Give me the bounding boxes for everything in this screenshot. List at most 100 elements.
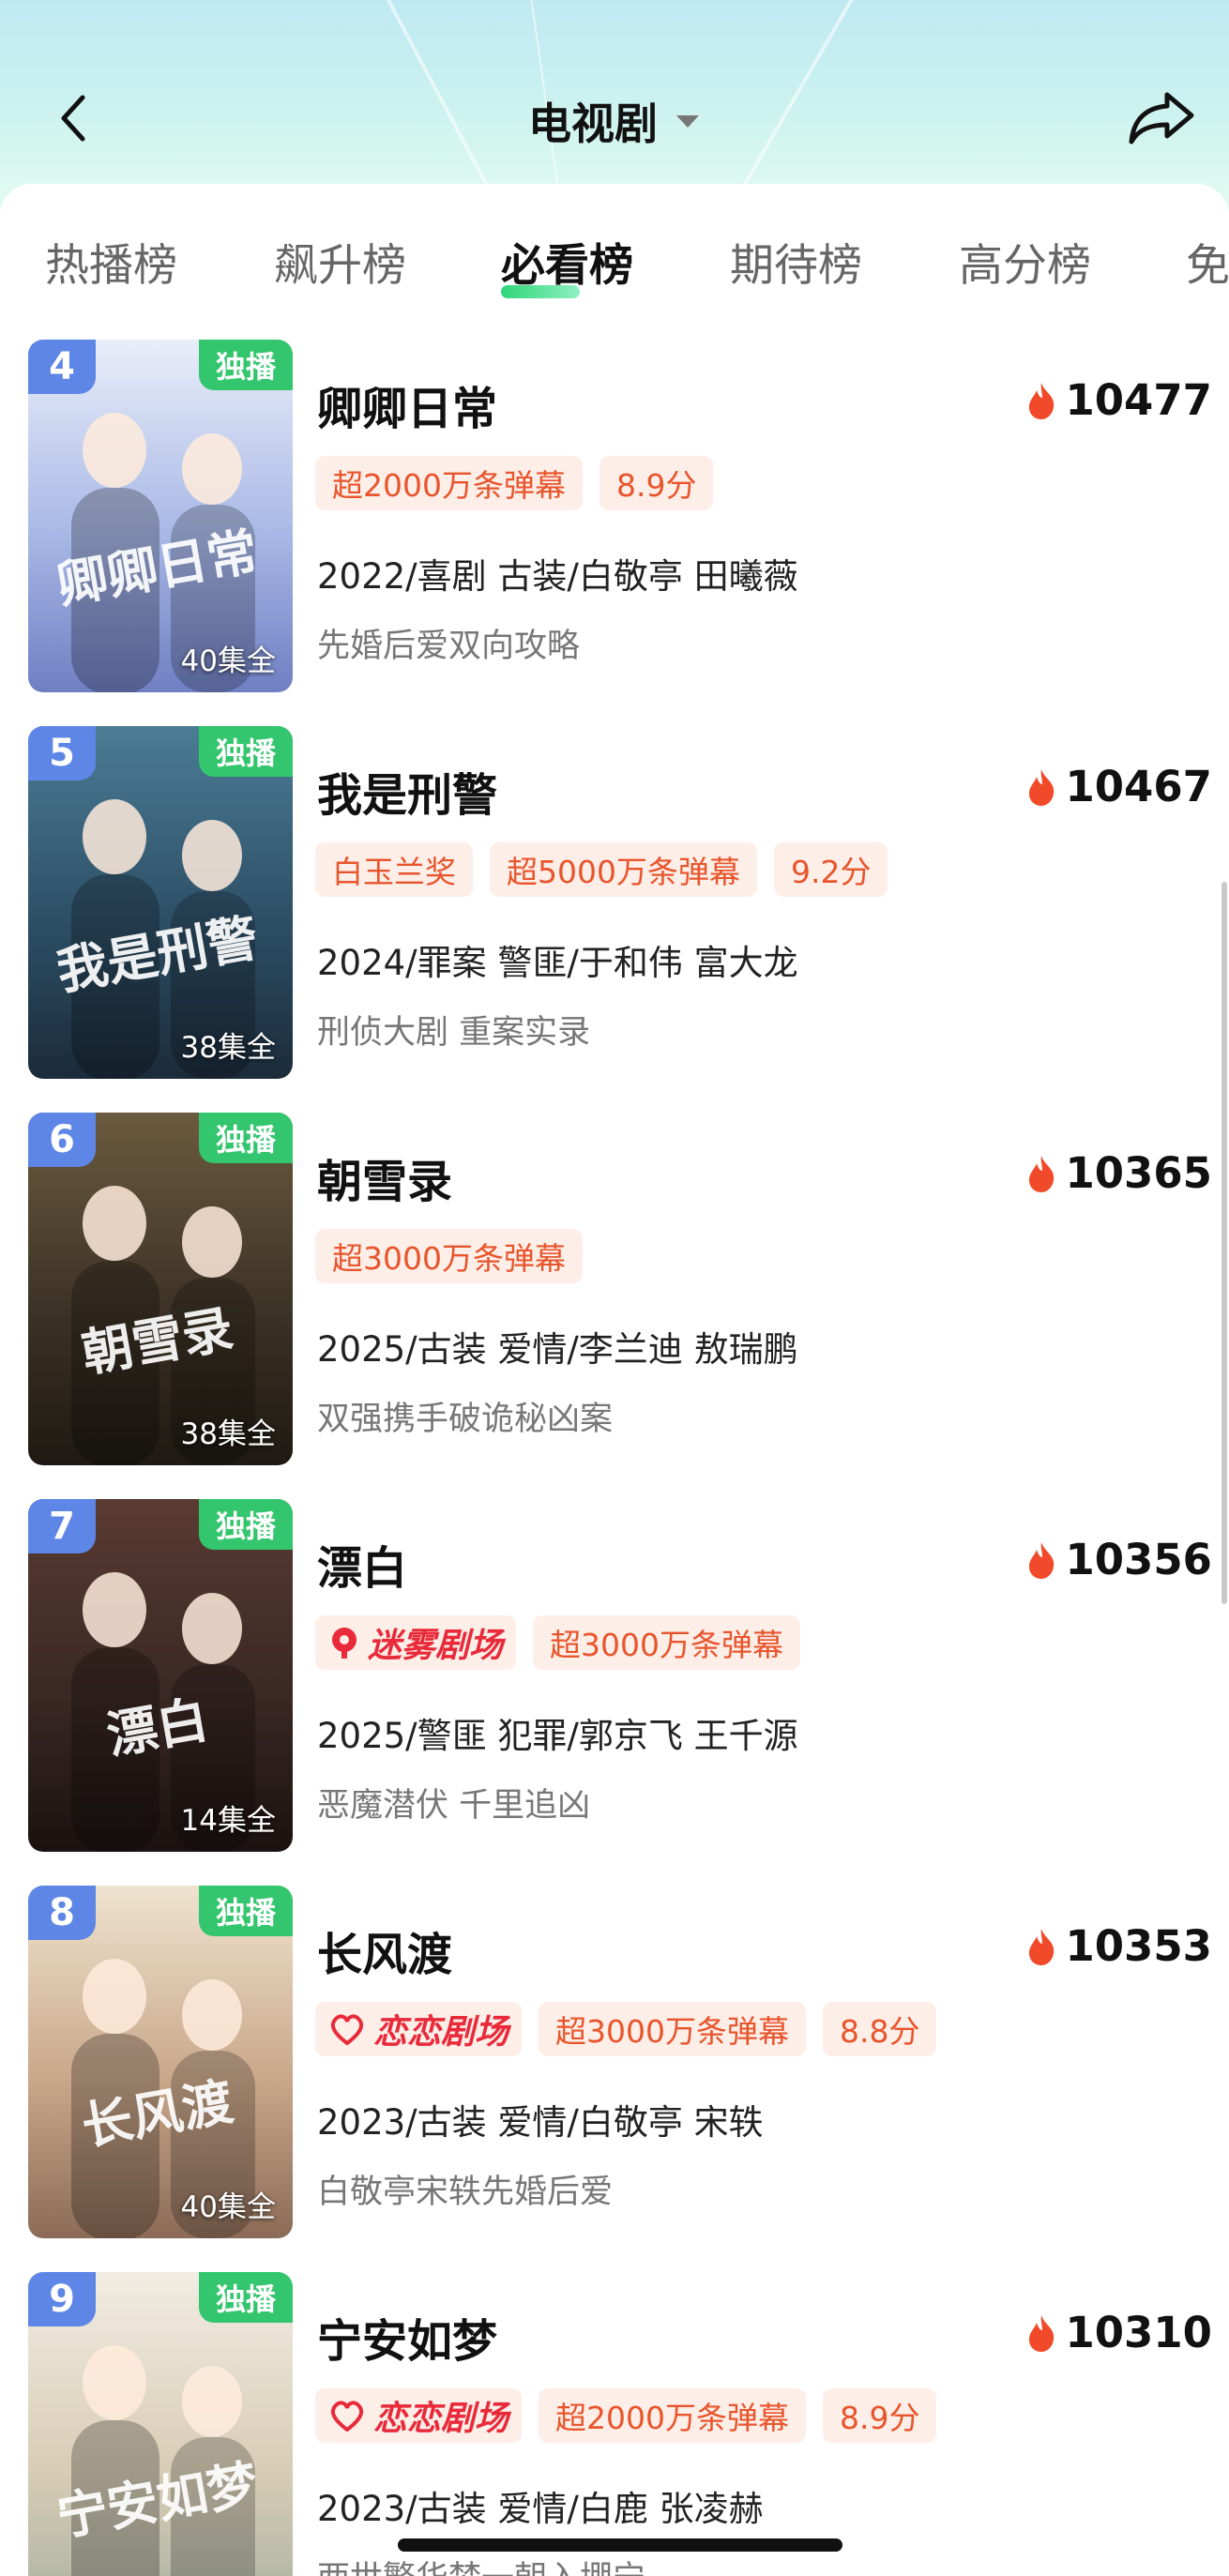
tab-label: 热播榜 xyxy=(45,240,177,292)
ranking-tabs: 热播榜 飙升榜 必看榜 期待榜 高分榜 免 xyxy=(0,184,1229,315)
drama-meta: 2025/警匪 犯罪/郭京飞 王千源 xyxy=(317,1716,798,1756)
drama-title[interactable]: 我是刑警 xyxy=(317,758,497,824)
category-selector[interactable]: 电视剧 xyxy=(0,92,1229,150)
rank-badge: 6 xyxy=(28,1113,96,1167)
drama-title[interactable]: 卿卿日常 xyxy=(317,371,497,437)
drama-list-item[interactable]: 长风渡 8 独播 40集全 长风渡 10353 恋恋剧场 超3000万条弹幕 8.8… xyxy=(0,1886,1229,2261)
exclusive-badge: 独播 xyxy=(199,2272,293,2323)
page-title: 电视剧 xyxy=(528,98,658,149)
tab-label: 高分榜 xyxy=(959,240,1091,292)
heat-value: 10365 xyxy=(1065,1148,1212,1198)
ranking-content: 热播榜 飙升榜 必看榜 期待榜 高分榜 免 卿卿日常 4 独播 40集全 卿卿日… xyxy=(0,184,1229,2576)
share-button[interactable] xyxy=(1122,86,1201,150)
tab-hot[interactable]: 热播榜 xyxy=(45,229,177,292)
rank-badge: 7 xyxy=(28,1499,96,1553)
drama-description: 双强携手破诡秘凶案 xyxy=(317,1401,614,1438)
drama-description: 先婚后爱双向攻略 xyxy=(317,628,581,665)
episode-count: 40集全 xyxy=(180,644,276,678)
rank-badge: 9 xyxy=(28,2272,96,2326)
drama-title[interactable]: 漂白 xyxy=(317,1531,407,1597)
brand-label: 恋恋剧场 xyxy=(373,2013,509,2052)
tag-row: 超2000万条弹幕 8.9分 xyxy=(315,456,714,510)
heat-score: 10477 xyxy=(1025,375,1212,425)
exclusive-badge: 独播 xyxy=(199,1113,293,1163)
tab-label: 飙升榜 xyxy=(274,240,406,292)
drama-title[interactable]: 宁安如梦 xyxy=(317,2304,497,2370)
rank-badge: 4 xyxy=(28,340,96,394)
tab-label: 免 xyxy=(1186,240,1229,292)
tab-label: 必看榜 xyxy=(501,240,633,292)
drama-description: 恶魔潜伏 千里追凶 xyxy=(317,1787,591,1825)
drama-poster[interactable]: 我是刑警 5 独播 38集全 xyxy=(28,726,293,1079)
info-tag: 8.8分 xyxy=(823,2002,937,2056)
tag-row: 迷雾剧场 超3000万条弹幕 xyxy=(315,1615,800,1670)
share-arrow-icon xyxy=(1129,92,1194,144)
drama-poster[interactable]: 朝雪录 6 独播 38集全 xyxy=(28,1113,293,1465)
episode-count: 38集全 xyxy=(180,1417,276,1451)
mist-theater-logo-icon xyxy=(332,1628,357,1659)
tab-rising[interactable]: 飙升榜 xyxy=(274,229,406,292)
drama-meta: 2024/罪案 警匪/于和伟 富大龙 xyxy=(317,943,798,983)
heat-score: 10353 xyxy=(1025,1921,1212,1971)
drama-poster[interactable]: 长风渡 8 独播 40集全 xyxy=(28,1886,293,2238)
info-tag: 超3000万条弹幕 xyxy=(315,1229,583,1283)
drama-list-item[interactable]: 卿卿日常 4 独播 40集全 卿卿日常 10477 超2000万条弹幕 8.9分 … xyxy=(0,340,1229,715)
drama-meta: 2023/古装 爱情/白鹿 张凌赫 xyxy=(317,2489,764,2529)
drama-description: 白敬亭宋轶先婚后爱 xyxy=(317,2174,614,2211)
drama-title[interactable]: 长风渡 xyxy=(317,1917,452,1983)
drama-list-item[interactable]: 朝雪录 6 独播 38集全 朝雪录 10365 超3000万条弹幕 2025/古… xyxy=(0,1113,1229,1488)
tag-row: 恋恋剧场 超3000万条弹幕 8.8分 xyxy=(315,2002,937,2056)
theater-brand-tag[interactable]: 恋恋剧场 xyxy=(315,2388,523,2443)
heat-score: 10310 xyxy=(1025,2308,1212,2357)
brand-label: 恋恋剧场 xyxy=(373,2400,509,2438)
info-tag: 超3000万条弹幕 xyxy=(539,2002,806,2056)
info-tag: 超5000万条弹幕 xyxy=(490,842,757,897)
tab-label: 期待榜 xyxy=(730,240,862,292)
drama-list-item[interactable]: 漂白 7 独播 14集全 漂白 10356 迷雾剧场 超3000万条弹幕 2025… xyxy=(0,1499,1229,1874)
brand-label: 迷雾剧场 xyxy=(368,1627,504,1665)
heat-value: 10353 xyxy=(1065,1921,1212,1971)
theater-brand-tag[interactable]: 迷雾剧场 xyxy=(315,1615,517,1670)
heat-score: 10365 xyxy=(1025,1148,1212,1198)
tab-free[interactable]: 免 xyxy=(1186,229,1229,292)
drama-list-item[interactable]: 宁安如梦 9 独播 宁安如梦 10310 恋恋剧场 超2000万条弹幕 8.9分 2… xyxy=(0,2272,1229,2576)
drama-meta: 2025/古装 爱情/李兰迪 敖瑞鹏 xyxy=(317,1329,798,1370)
heat-score: 10467 xyxy=(1025,762,1212,811)
drama-description: 刑侦大剧 重案实录 xyxy=(317,1014,591,1052)
rank-badge: 5 xyxy=(28,726,96,780)
scrollbar[interactable] xyxy=(1221,882,1227,1604)
episode-count: 38集全 xyxy=(180,1031,276,1065)
exclusive-badge: 独播 xyxy=(199,1886,293,1936)
drama-list-item[interactable]: 我是刑警 5 独播 38集全 我是刑警 10467 白玉兰奖 超5000万条弹幕 9… xyxy=(0,726,1229,1101)
exclusive-badge: 独播 xyxy=(199,340,293,390)
drama-title[interactable]: 朝雪录 xyxy=(317,1144,452,1210)
heat-value: 10356 xyxy=(1065,1535,1212,1584)
info-tag: 超3000万条弹幕 xyxy=(533,1615,800,1670)
tag-row: 白玉兰奖 超5000万条弹幕 9.2分 xyxy=(315,842,888,897)
love-theater-logo-icon xyxy=(330,2014,364,2045)
info-tag: 白玉兰奖 xyxy=(315,842,473,897)
heat-score: 10356 xyxy=(1025,1535,1212,1584)
home-indicator[interactable] xyxy=(398,2538,842,2552)
drama-poster[interactable]: 漂白 7 独播 14集全 xyxy=(28,1499,293,1852)
heat-value: 10467 xyxy=(1065,762,1212,811)
episode-count: 14集全 xyxy=(180,1804,276,1838)
fire-icon xyxy=(1029,1541,1055,1579)
info-tag: 8.9分 xyxy=(823,2388,937,2443)
tab-must-watch[interactable]: 必看榜 xyxy=(501,229,633,298)
caret-down-icon xyxy=(676,115,699,128)
drama-poster[interactable]: 卿卿日常 4 独播 40集全 xyxy=(28,340,293,692)
tag-row: 超3000万条弹幕 xyxy=(315,1229,583,1283)
heat-value: 10310 xyxy=(1065,2308,1212,2357)
episode-count: 40集全 xyxy=(180,2190,276,2224)
active-tab-indicator xyxy=(501,285,580,298)
info-tag: 9.2分 xyxy=(773,842,888,897)
fire-icon xyxy=(1029,1155,1055,1192)
fire-icon xyxy=(1029,1928,1055,1965)
info-tag: 8.9分 xyxy=(599,456,714,510)
tab-anticipated[interactable]: 期待榜 xyxy=(730,229,862,292)
tab-high-score[interactable]: 高分榜 xyxy=(959,229,1091,292)
theater-brand-tag[interactable]: 恋恋剧场 xyxy=(315,2002,523,2056)
rank-badge: 8 xyxy=(28,1886,96,1940)
drama-poster[interactable]: 宁安如梦 9 独播 xyxy=(28,2272,293,2576)
